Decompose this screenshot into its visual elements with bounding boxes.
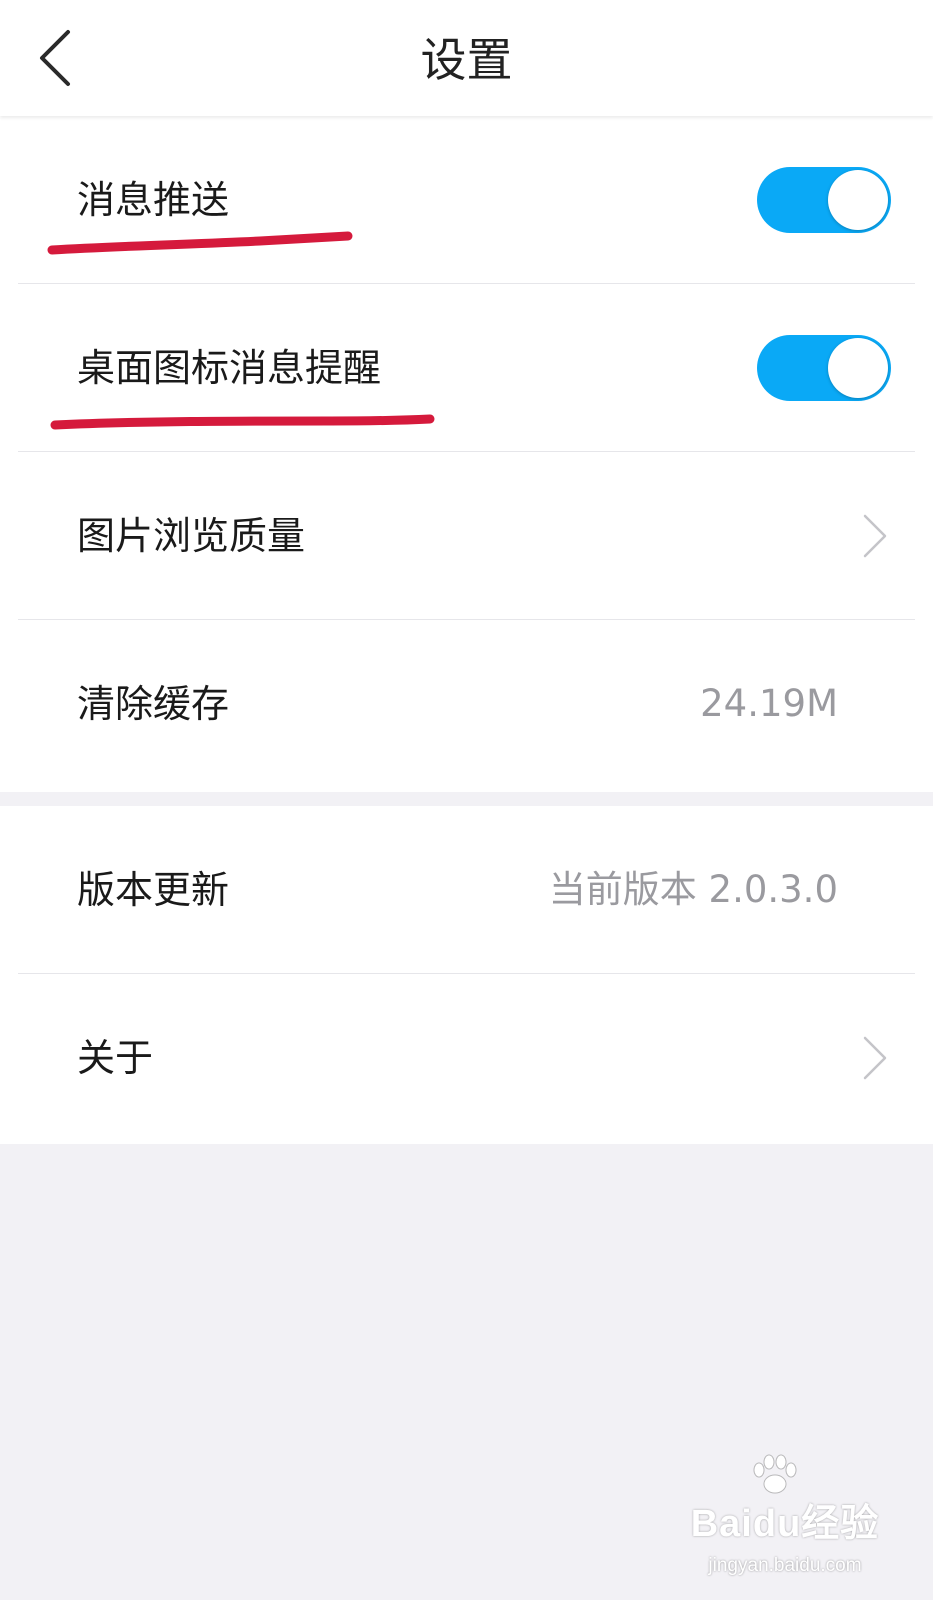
chevron-left-icon bbox=[40, 30, 70, 86]
desktop-icon-badge-label: 桌面图标消息提醒 bbox=[77, 346, 382, 390]
about-label: 关于 bbox=[77, 1036, 154, 1080]
settings-group: 消息推送 桌面图标消息提醒 图片浏览质量 清除缓存 24.19M bbox=[0, 116, 933, 792]
paw-logo-icon bbox=[753, 1454, 797, 1494]
image-quality-label: 图片浏览质量 bbox=[77, 514, 306, 558]
version-update-row[interactable]: 版本更新 当前版本 2.0.3.0 bbox=[0, 806, 933, 974]
push-notifications-toggle[interactable] bbox=[757, 167, 891, 233]
about-row[interactable]: 关于 bbox=[0, 974, 933, 1142]
push-notifications-label: 消息推送 bbox=[77, 178, 230, 222]
clear-cache-label: 清除缓存 bbox=[77, 682, 230, 726]
chevron-right-icon bbox=[859, 512, 889, 560]
version-update-label: 版本更新 bbox=[77, 868, 230, 912]
baidu-jingyan-watermark: Baidu经验 jingyan.baidu.com bbox=[685, 1454, 885, 1576]
watermark-url: jingyan.baidu.com bbox=[708, 1555, 862, 1576]
current-version-value: 当前版本 2.0.3.0 bbox=[548, 868, 838, 911]
cache-size-value: 24.19M bbox=[700, 682, 838, 725]
desktop-icon-badge-toggle[interactable] bbox=[757, 335, 891, 401]
back-button[interactable] bbox=[22, 22, 94, 94]
clear-cache-row[interactable]: 清除缓存 24.19M bbox=[0, 620, 933, 788]
toggle-knob bbox=[828, 338, 888, 398]
chevron-right-icon bbox=[859, 1034, 889, 1082]
navigation-bar: 设置 bbox=[0, 0, 933, 116]
push-notifications-row: 消息推送 bbox=[0, 116, 933, 284]
toggle-knob bbox=[828, 170, 888, 230]
image-quality-row[interactable]: 图片浏览质量 bbox=[0, 452, 933, 620]
page-title: 设置 bbox=[420, 33, 513, 87]
info-group: 版本更新 当前版本 2.0.3.0 关于 bbox=[0, 806, 933, 1144]
desktop-icon-badge-row: 桌面图标消息提醒 bbox=[0, 284, 933, 452]
